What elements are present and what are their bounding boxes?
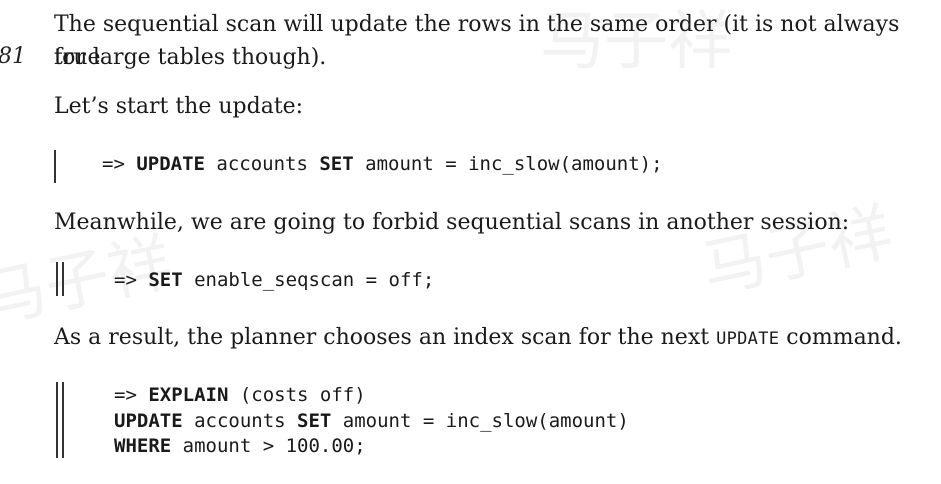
code-block-update: => UPDATE accounts SET amount = inc_slow… xyxy=(102,152,663,178)
paragraph-text: As a result, the planner chooses an inde… xyxy=(54,325,717,350)
inline-keyword: UPDATE xyxy=(716,329,780,349)
code-prompt: => xyxy=(102,153,137,175)
code-keyword: SET xyxy=(148,269,183,291)
paragraph: Let’s start the update: xyxy=(54,94,304,119)
code-text: amount = inc_slow(amount); xyxy=(353,153,663,175)
code-keyword: UPDATE xyxy=(114,409,183,432)
code-prompt: => xyxy=(114,384,149,406)
code-block-set: => SET enable_seqscan = off; xyxy=(114,268,434,294)
code-text: amount > 100.00; xyxy=(171,435,366,457)
paragraph-text: command. xyxy=(779,325,902,350)
code-block-bar xyxy=(56,382,58,458)
watermark: 马子祥 xyxy=(695,195,899,309)
code-text: accounts xyxy=(204,153,320,175)
paragraph-line: for large tables though). xyxy=(54,45,327,70)
code-block-bar xyxy=(54,150,56,183)
code-text: amount = inc_slow(amount) xyxy=(331,409,629,432)
code-block-explain: => EXPLAIN (costs off) UPDATE accounts S… xyxy=(114,383,629,460)
paragraph: Meanwhile, we are going to forbid sequen… xyxy=(54,210,850,235)
code-keyword: SET xyxy=(297,409,332,432)
code-block-bar xyxy=(56,262,58,296)
code-text: enable_seqscan = off; xyxy=(182,269,435,291)
page-number: 81 xyxy=(0,44,26,69)
code-keyword: WHERE xyxy=(114,435,172,457)
code-keyword: SET xyxy=(319,153,354,175)
code-prompt: => xyxy=(114,269,149,291)
code-block-bar xyxy=(62,262,64,296)
code-block-bar xyxy=(62,382,64,458)
code-text: accounts xyxy=(182,409,298,432)
code-keyword: EXPLAIN xyxy=(148,384,229,406)
code-keyword: UPDATE xyxy=(136,153,205,175)
code-text: (costs off) xyxy=(228,384,366,406)
paragraph: As a result, the planner chooses an inde… xyxy=(54,321,934,356)
